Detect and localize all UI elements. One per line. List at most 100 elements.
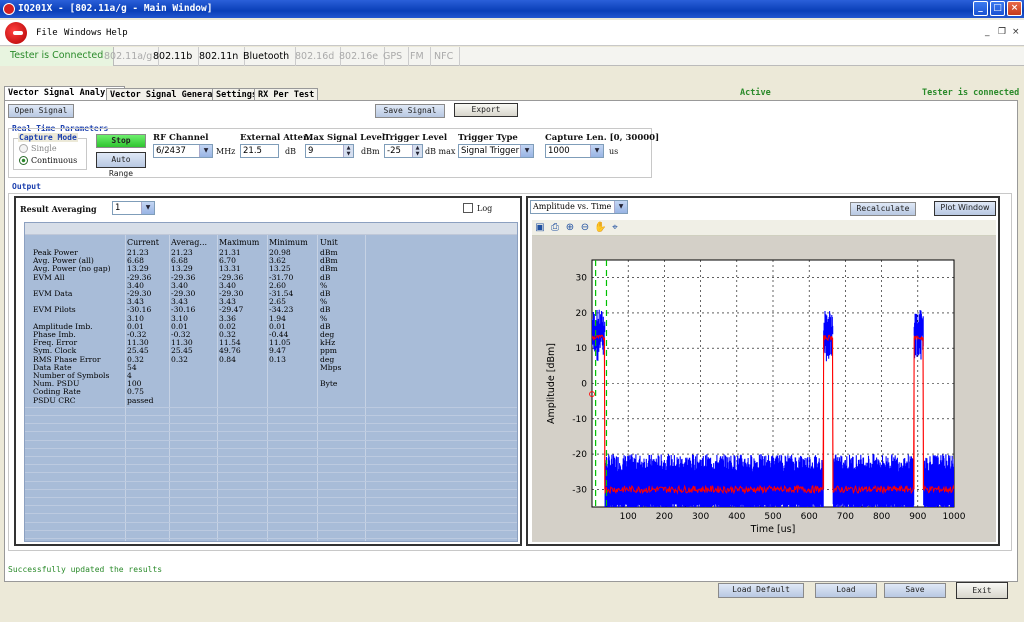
table-empty-row-line — [25, 488, 517, 490]
rf-channel-select[interactable]: 6/2437 ▼ — [153, 144, 213, 158]
y-tick-label: 0 — [581, 380, 587, 390]
plot-toolbar: ▣ ⎙ ⊕ ⊖ ✋ ⌖ — [532, 220, 996, 236]
table-cell: 0.32 — [171, 354, 188, 364]
y-tick-label: -10 — [572, 415, 587, 425]
capture-mode-group — [13, 138, 87, 170]
exit-button[interactable]: Exit — [956, 582, 1008, 599]
save-button[interactable]: Save — [884, 583, 946, 598]
trigger-level-input[interactable]: -25 ▲ ▼ — [384, 144, 423, 158]
max-level-unit: dBm — [361, 147, 380, 156]
export-button[interactable]: Export — [454, 103, 518, 117]
result-averaging-label: Result Averaging — [20, 204, 97, 214]
trigger-type-value: Signal Trigger — [461, 146, 520, 156]
chevron-down-icon[interactable]: ▼ — [590, 145, 603, 157]
table-empty-row-line — [25, 497, 517, 498]
chevron-down-icon[interactable]: ▼ — [141, 202, 154, 214]
table-cell: EVM Pilots — [33, 305, 76, 315]
mdi-close-icon[interactable]: × — [1012, 27, 1020, 37]
table-row: PSDU CRC passed — [25, 395, 517, 405]
max-level-input[interactable]: 9 ▲ ▼ — [305, 144, 354, 158]
data-cursor-icon[interactable]: ⌖ — [609, 222, 621, 234]
spinner-icon[interactable]: ▲ ▼ — [343, 145, 353, 157]
menu-windows[interactable]: Windows — [64, 28, 102, 38]
amplitude-time-chart[interactable]: 100 200 300 400 500 600 700 800 900 10003020100-1… — [532, 236, 996, 542]
auto-range-button[interactable]: Auto Range — [96, 152, 146, 178]
trigger-type-select[interactable]: Signal Trigger ▼ — [458, 144, 534, 158]
result-panel: Result Averaging 1 ▼ Log Current Averag...… — [14, 196, 522, 546]
menu-file[interactable]: File — [36, 28, 58, 38]
ext-atten-label: External Atten. — [240, 133, 313, 143]
table-empty-row-line — [25, 472, 517, 474]
plot-window-button[interactable]: Plot Window — [934, 201, 996, 216]
table-empty-row-line — [25, 447, 517, 449]
results-table: Current Averag... Maximum Minimum Unit Peak P… — [24, 222, 518, 542]
capture-len-unit: us — [609, 147, 619, 156]
maximize-icon[interactable]: □ — [990, 1, 1005, 16]
ext-atten-input[interactable]: 21.5 — [240, 144, 279, 158]
y-axis-label: Amplitude [dBm] — [546, 343, 557, 424]
protocol-tab[interactable]: Bluetooth — [237, 47, 297, 66]
single-label: Single — [31, 144, 57, 153]
log-checkbox[interactable] — [463, 203, 473, 213]
trigger-level-label: Trigger Level — [384, 133, 448, 143]
capture-len-value: 1000 — [548, 146, 570, 156]
plot-type-select[interactable]: Amplitude vs. Time ▼ — [530, 200, 628, 214]
app-icon — [3, 3, 15, 15]
mdi-restore-icon[interactable]: ❐ — [998, 27, 1006, 37]
y-tick-label: -30 — [572, 485, 587, 495]
connection-status: Tester is connected — [922, 88, 1020, 98]
table-cell: passed — [127, 395, 154, 405]
plot-panel: Amplitude vs. Time ▼ Recalculate Plot Win… — [526, 196, 1000, 546]
table-empty-row-line — [25, 423, 517, 425]
table-empty-row-line — [25, 431, 517, 433]
max-level-value: 9 — [308, 146, 314, 156]
chevron-down-icon[interactable]: ▼ — [520, 145, 533, 157]
table-header-cell: Averag... — [171, 238, 208, 247]
table-empty-row-line — [25, 456, 517, 457]
trigger-type-label: Trigger Type — [458, 133, 518, 143]
menu-bar: File Windows Help _ ❐ × — [0, 20, 1024, 46]
tab-rx-per-test[interactable]: RX Per Test — [254, 88, 319, 100]
protocol-tab[interactable]: NFC — [428, 47, 461, 66]
print-icon[interactable]: ⎙ — [549, 222, 561, 234]
table-cell: Byte — [320, 379, 338, 389]
table-empty-row-line — [25, 538, 517, 539]
open-signal-button[interactable]: Open Signal — [8, 104, 74, 118]
save-signal-button[interactable]: Save Signal — [375, 104, 445, 118]
stop-button[interactable]: Stop — [96, 134, 146, 148]
protocol-tab[interactable]: FM — [404, 47, 431, 66]
continuous-radio[interactable] — [19, 156, 28, 165]
chevron-down-icon[interactable]: ▼ — [614, 201, 627, 213]
spinner-icon[interactable]: ▲ ▼ — [412, 145, 422, 157]
mdi-minimize-icon[interactable]: _ — [985, 27, 990, 37]
single-radio[interactable] — [19, 144, 28, 153]
trigger-level-unit: dB max — [425, 147, 456, 156]
menu-help[interactable]: Help — [106, 28, 128, 38]
capture-len-select[interactable]: 1000 ▼ — [545, 144, 604, 158]
table-cell: EVM Data — [33, 289, 73, 298]
close-icon[interactable]: × — [1007, 1, 1022, 16]
save-icon[interactable]: ▣ — [534, 222, 546, 234]
chevron-down-icon[interactable]: ▼ — [199, 145, 212, 157]
rf-channel-value: 6/2437 — [156, 146, 186, 156]
log-label: Log — [477, 204, 493, 213]
load-button[interactable]: Load — [815, 583, 877, 598]
table-cell: Mbps — [320, 362, 342, 372]
table-cell: EVM All — [33, 272, 65, 282]
table-header-cell: Maximum — [219, 238, 260, 247]
x-tick-label: 800 — [873, 512, 890, 522]
load-default-button[interactable]: Load Default — [718, 583, 804, 598]
zoom-out-icon[interactable]: ⊖ — [579, 222, 591, 234]
result-averaging-select[interactable]: 1 ▼ — [112, 201, 155, 215]
zoom-in-icon[interactable]: ⊕ — [564, 222, 576, 234]
table-cell: PSDU CRC — [33, 395, 76, 405]
protocol-tab[interactable]: 802.11b — [147, 47, 200, 66]
result-averaging-value: 1 — [115, 203, 121, 213]
table-row: Coding Rate 0.75 — [25, 388, 517, 396]
active-status: Active — [740, 88, 771, 98]
x-tick-label: 400 — [728, 512, 745, 522]
recalculate-button[interactable]: Recalculate — [850, 202, 916, 216]
minimize-icon[interactable]: _ — [973, 1, 988, 16]
pan-hand-icon[interactable]: ✋ — [594, 222, 606, 234]
logo-icon — [5, 22, 27, 44]
